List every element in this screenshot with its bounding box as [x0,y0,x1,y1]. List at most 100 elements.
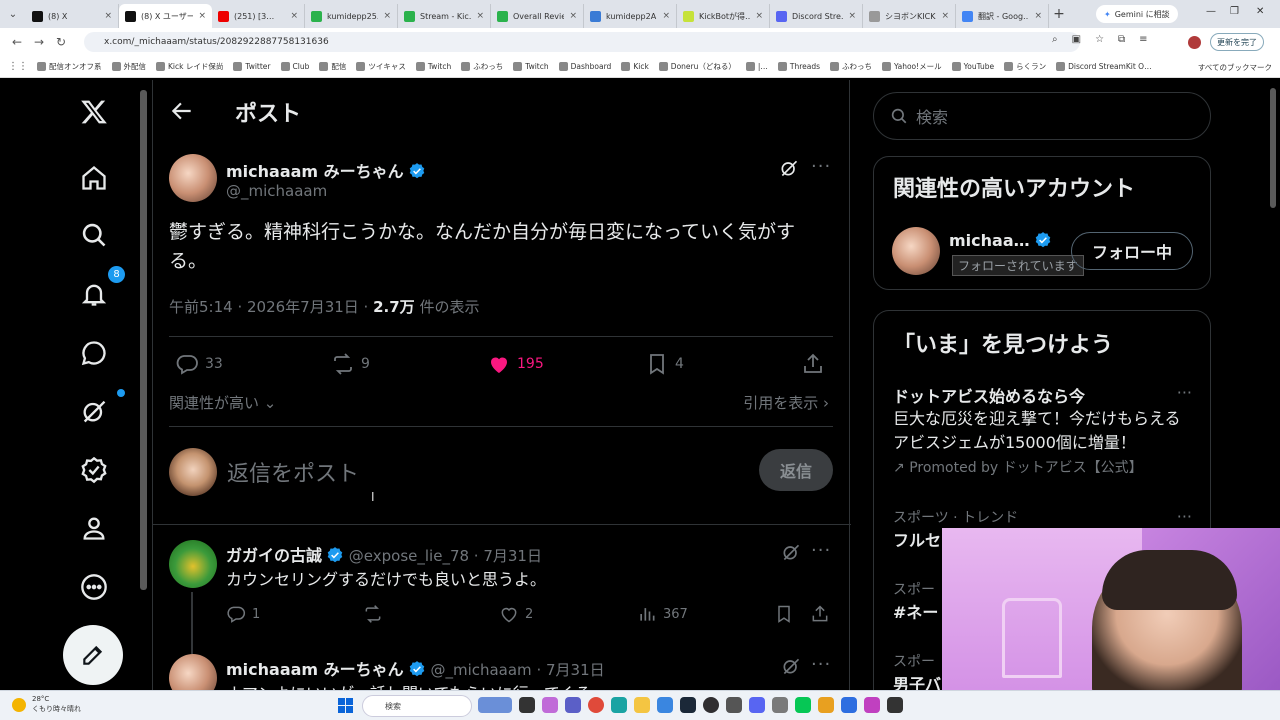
edge-icon[interactable] [611,697,627,713]
reply-repost-action[interactable] [363,604,389,624]
zoom-icon[interactable]: ⌕ [1052,34,1058,45]
reply-name[interactable]: michaaam みーちゃん [226,660,404,679]
new-tab-button[interactable]: + [1049,6,1069,22]
widgets-icon[interactable] [478,697,512,713]
forward-nav-icon[interactable]: → [28,35,50,49]
browser-tab[interactable]: 翻訳 - Goog… × [956,4,1049,28]
notifications-icon[interactable]: 8 [74,266,125,314]
browser-tab[interactable]: kumidepp2A… × [584,4,677,28]
view-quotes-link[interactable]: 引用を表示 › [743,392,829,413]
post-time[interactable]: 午前5:14 · 2026年7月31日 · [169,298,373,316]
reply-more-icon[interactable]: ··· [811,540,831,561]
app-icon[interactable] [726,697,742,713]
tab-close-icon[interactable]: × [290,11,298,21]
reload-icon[interactable]: ↻ [50,35,72,49]
bookmark-item[interactable]: Twitch [513,61,549,72]
bookmark-item[interactable]: らくラン [1004,61,1046,72]
verified-orgs-icon[interactable] [74,450,114,490]
line-icon[interactable] [795,697,811,713]
grok-icon[interactable] [74,389,125,431]
cast-icon[interactable]: ▣ [1072,34,1081,45]
reply-bookmark-action[interactable] [774,604,794,624]
close-window-button[interactable]: ✕ [1256,6,1264,17]
repost-action[interactable]: 9 [331,352,370,376]
obs-icon[interactable] [703,697,719,713]
related-avatar[interactable] [892,227,940,275]
task-view-icon[interactable] [519,697,535,713]
tab-close-icon[interactable]: × [1034,11,1042,21]
apps-icon[interactable]: ⋮⋮ [8,61,28,72]
like-action[interactable]: 195 [487,352,544,376]
bookmark-item[interactable]: Club [280,61,309,72]
tab-close-icon[interactable]: × [662,11,670,21]
back-nav-icon[interactable]: ← [6,35,28,49]
reply-like-action[interactable]: 2 [499,604,533,624]
messages-icon[interactable] [74,333,114,373]
left-scrollbar[interactable] [140,90,147,590]
bookmark-item[interactable]: Kick レイド保尚 [156,61,223,72]
taskbar-search[interactable]: 検索 [362,695,472,717]
app-icon[interactable] [841,697,857,713]
reply-input[interactable]: 返信をポスト [227,456,359,488]
discord-icon[interactable] [749,697,765,713]
grok-explain-icon[interactable] [781,542,801,562]
home-icon[interactable] [74,158,114,198]
bookmark-item[interactable]: ふわっち [461,61,503,72]
back-arrow-icon[interactable] [169,98,195,124]
bookmark-item[interactable]: Kick [621,61,649,72]
author-name-row[interactable]: michaaam みーちゃん [226,158,426,182]
media-icon[interactable]: ≡ [1139,34,1147,45]
app-icon[interactable] [772,697,788,713]
teams-icon[interactable] [565,697,581,713]
bookmark-item[interactable]: Twitter [233,61,271,72]
browser-tab[interactable]: KickBotが得… × [677,4,770,28]
start-icon[interactable] [338,698,353,713]
browser-tab[interactable]: シヨボンKICK… × [863,4,956,28]
related-name-row[interactable]: michaa… [949,231,1052,250]
share-action[interactable] [801,352,825,376]
app-icon[interactable] [818,697,834,713]
all-bookmarks[interactable]: すべてのブックマーク [1198,62,1272,73]
bookmark-item[interactable]: Yahoo!メール [882,61,942,72]
url-field[interactable]: x.com/_michaaam/status/20829228877581316… [84,32,1080,52]
profile-icon[interactable] [74,508,114,548]
tab-close-icon[interactable]: × [383,11,391,21]
browser-tab[interactable]: (251) [3… × [212,4,305,28]
browser-tab[interactable]: (8) X × [26,4,119,28]
bookmark-item[interactable]: |… [745,61,768,72]
sort-dropdown[interactable]: 関連性が高い ⌄ [169,394,276,412]
update-button[interactable]: 更新を完了 [1210,33,1264,51]
bookmark-item[interactable]: Threads [777,61,820,72]
reply-submit-button[interactable]: 返信 [759,449,833,491]
extensions-icon[interactable]: ⧉ [1118,34,1125,45]
author-avatar[interactable] [169,154,217,202]
chrome-icon[interactable] [588,697,604,713]
copilot-icon[interactable] [542,697,558,713]
bookmark-item[interactable]: 外配信 [111,61,146,72]
compose-post-button[interactable] [63,625,123,685]
bookmark-item[interactable]: ツイキャス [356,61,406,72]
browser-tab[interactable]: (8) X ユーザーの… × [119,4,212,28]
bookmark-item[interactable]: 配信 [319,61,346,72]
tab-close-icon[interactable]: × [848,11,856,21]
bookmark-item[interactable]: ふわっち [830,61,872,72]
tab-close-icon[interactable]: × [755,11,763,21]
search-icon[interactable] [74,215,114,255]
bookmark-action[interactable]: 4 [645,352,684,376]
tab-search-icon[interactable]: ⌄ [0,9,26,20]
browser-tab[interactable]: Overall Revie… × [491,4,584,28]
reply-date[interactable]: 7月31日 [546,661,605,679]
following-button[interactable]: フォロー中 [1071,232,1193,270]
reply-date[interactable]: 7月31日 [483,547,542,565]
bookmark-item[interactable]: YouTube [951,61,994,72]
steam-icon[interactable] [680,697,696,713]
tab-close-icon[interactable]: × [198,11,206,21]
promoted-trend[interactable]: ドットアビス始めるなら今 巨大な厄災を迎え撃て！今だけもらえるアビスジェムが15… [893,383,1193,477]
more-icon[interactable] [74,567,114,607]
reply-name[interactable]: ガガイの古誠 [226,546,322,565]
search-box[interactable]: 検索 [873,92,1211,140]
trend-more-icon[interactable]: ··· [1177,507,1192,526]
grok-explain-icon[interactable] [779,158,799,178]
reply-item[interactable]: ガガイの古誠 @expose_lie_78 · 7月31日 カウンセリングするだ… [169,540,833,650]
maximize-button[interactable]: ❐ [1230,6,1239,17]
